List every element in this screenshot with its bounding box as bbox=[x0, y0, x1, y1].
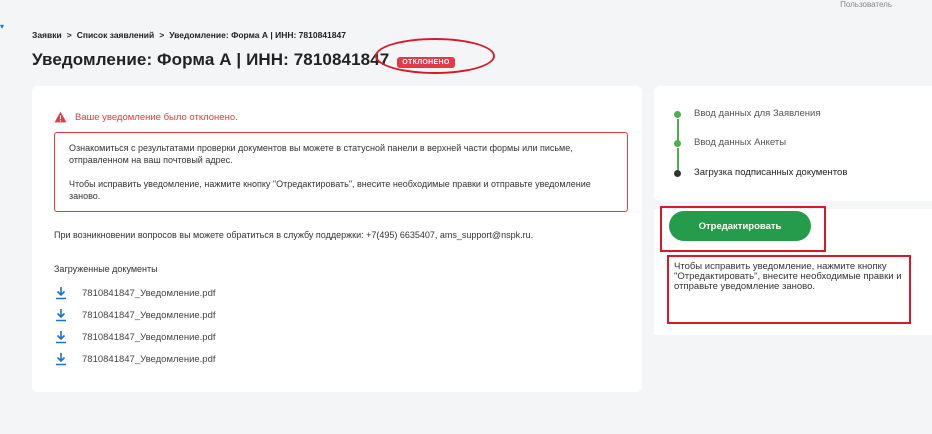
alert-paragraph-fix: Чтобы исправить уведомление, нажмите кно… bbox=[69, 179, 591, 201]
document-name[interactable]: 7810841847_Уведомление.pdf bbox=[82, 354, 216, 365]
step-dot-current bbox=[674, 170, 681, 177]
download-icon[interactable] bbox=[54, 286, 68, 300]
page-title: Уведомление: Форма А | ИНН: 7810841847 bbox=[32, 50, 390, 69]
edge-marker: ▾ bbox=[0, 22, 5, 31]
download-icon[interactable] bbox=[54, 352, 68, 366]
breadcrumb-item-current: Уведомление: Форма А | ИНН: 7810841847 bbox=[169, 30, 346, 40]
breadcrumb-item-list[interactable]: Список заявлений bbox=[77, 30, 155, 40]
breadcrumb-separator: > bbox=[159, 30, 165, 40]
document-item[interactable]: 7810841847_Уведомление.pdf bbox=[54, 304, 216, 326]
step-connector bbox=[677, 148, 679, 170]
alert-title: Ваше уведомление было отклонено. bbox=[75, 111, 238, 123]
breadcrumb-item-requests[interactable]: Заявки bbox=[32, 30, 62, 40]
annotation-box-hint bbox=[667, 255, 911, 324]
status-wrapper: ОТКЛОНЕНО bbox=[375, 38, 496, 74]
document-name[interactable]: 7810841847_Уведомление.pdf bbox=[82, 288, 216, 299]
step-dot-done bbox=[674, 140, 681, 147]
step-dot-done bbox=[674, 111, 681, 118]
document-item[interactable]: 7810841847_Уведомление.pdf bbox=[54, 326, 216, 348]
alert-paragraph-results: Ознакомиться с результатами проверки док… bbox=[69, 143, 573, 165]
document-name[interactable]: 7810841847_Уведомление.pdf bbox=[82, 332, 216, 343]
download-icon[interactable] bbox=[54, 330, 68, 344]
breadcrumb: Заявки > Список заявлений > Уведомление: Фор… bbox=[32, 30, 346, 40]
title-row: Уведомление: Форма А | ИНН: 7810841847 О… bbox=[32, 38, 496, 74]
annotation-box-button bbox=[660, 206, 826, 252]
steps-panel: Ввод данных для Заявления Ввод данных Ан… bbox=[654, 86, 932, 201]
annotation-ellipse bbox=[375, 38, 496, 74]
user-label[interactable]: Пользователь bbox=[840, 0, 892, 9]
notification-card: Ваше уведомление было отклонено. Ознаком… bbox=[32, 86, 642, 392]
rejection-alert: Ваше уведомление было отклонено. bbox=[54, 111, 238, 123]
download-icon[interactable] bbox=[54, 308, 68, 322]
support-info: При возникновении вопросов вы можете обр… bbox=[54, 230, 534, 240]
breadcrumb-separator: > bbox=[66, 30, 72, 40]
document-list: 7810841847_Уведомление.pdf 7810841847_Ув… bbox=[54, 282, 216, 370]
step-questionnaire-data[interactable]: Ввод данных Анкеты bbox=[694, 137, 786, 148]
step-application-data[interactable]: Ввод данных для Заявления bbox=[694, 108, 820, 119]
uploaded-docs-label: Загруженные документы bbox=[54, 264, 158, 274]
warning-icon bbox=[54, 111, 67, 123]
document-item[interactable]: 7810841847_Уведомление.pdf bbox=[54, 282, 216, 304]
step-connector bbox=[677, 119, 679, 141]
step-upload-signed-docs[interactable]: Загрузка подписанных документов bbox=[694, 167, 847, 178]
alert-message-box: Ознакомиться с результатами проверки док… bbox=[54, 132, 628, 212]
document-item[interactable]: 7810841847_Уведомление.pdf bbox=[54, 348, 216, 370]
document-name[interactable]: 7810841847_Уведомление.pdf bbox=[82, 310, 216, 321]
